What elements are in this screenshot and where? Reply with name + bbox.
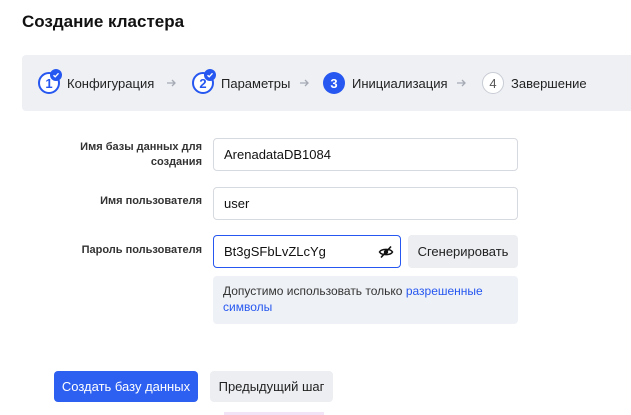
username-input[interactable]: user (213, 187, 518, 220)
password-input[interactable]: Bt3gSFbLvZLcYg (213, 235, 401, 268)
previous-step-button[interactable]: Предыдущий шаг (210, 371, 333, 402)
page-title: Создание кластера (22, 12, 185, 31)
allowed-chars-link[interactable]: разрешенные (406, 284, 483, 298)
password-hint: Допустимо использовать только разрешенны… (213, 276, 518, 324)
arrow-right-icon (457, 79, 466, 87)
step-number: 3 (323, 72, 345, 94)
generate-password-button[interactable]: Сгенерировать (408, 235, 518, 268)
arrow-right-icon (300, 79, 309, 87)
db-name-input[interactable]: ArenadataDB1084 (213, 138, 518, 171)
step-completion[interactable]: 4 Завершение (482, 72, 587, 94)
create-database-button[interactable]: Создать базу данных (54, 371, 198, 402)
check-icon (50, 69, 62, 81)
check-icon (204, 69, 216, 81)
db-name-label: Имя базы данных для создания (80, 141, 202, 168)
arrow-right-icon (167, 79, 176, 87)
eye-off-icon[interactable] (378, 244, 394, 260)
password-label: Пароль пользователя (81, 244, 202, 256)
step-number: 2 (192, 69, 216, 94)
allowed-chars-link-cont[interactable]: символы (223, 300, 272, 314)
step-configuration[interactable]: 1 Конфигурация (38, 69, 155, 94)
step-number: 1 (38, 69, 62, 94)
step-initialization[interactable]: 3 Инициализация (323, 72, 448, 94)
step-label: Завершение (511, 75, 587, 91)
username-label: Имя пользователя (100, 195, 202, 207)
step-label: Инициализация (352, 75, 448, 91)
step-number: 4 (482, 72, 504, 94)
password-value: Bt3gSFbLvZLcYg (224, 244, 326, 259)
step-label: Конфигурация (67, 75, 155, 91)
step-label: Параметры (221, 75, 291, 91)
wizard-stepper: 1 Конфигурация 2 Параметры 3 Инициализац… (22, 55, 631, 111)
step-parameters[interactable]: 2 Параметры (192, 69, 291, 94)
